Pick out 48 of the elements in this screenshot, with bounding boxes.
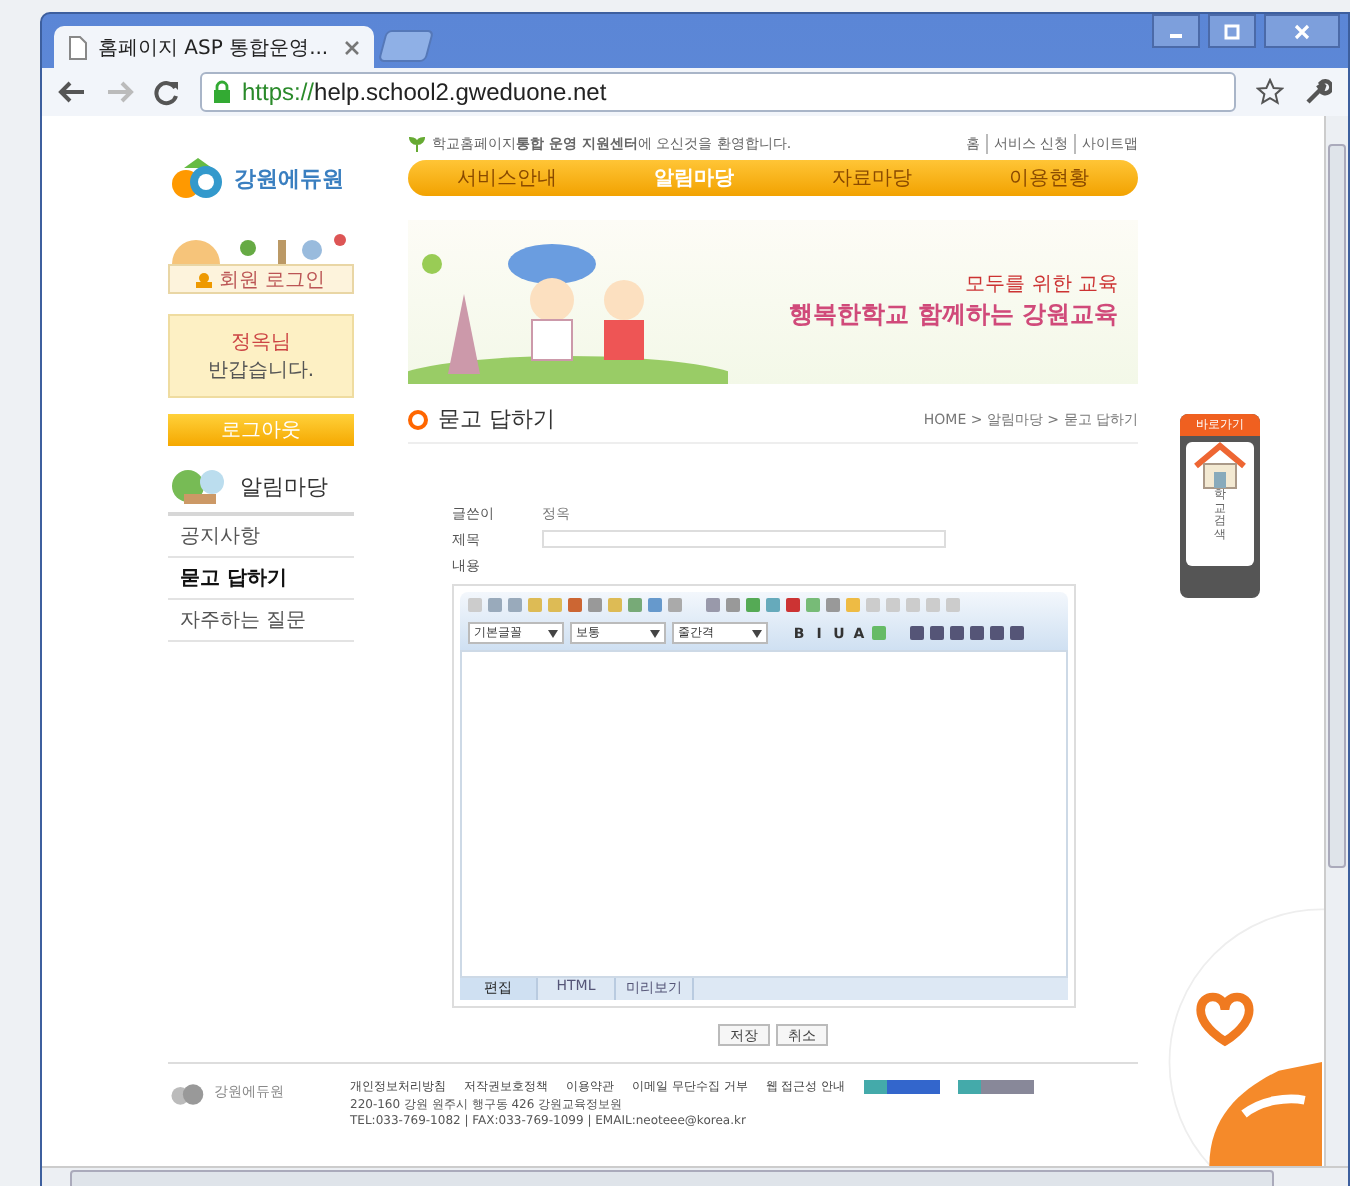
- minimize-button[interactable]: [1152, 14, 1200, 48]
- caret-icon: [752, 629, 762, 637]
- house-icon: [1192, 442, 1248, 490]
- editor-text-area[interactable]: [460, 650, 1068, 978]
- banner-slogan: 행복한학교 함께하는 강원교육: [789, 298, 1118, 332]
- maximize-icon: [1224, 23, 1240, 39]
- cloud-logo-icon: [168, 1078, 208, 1106]
- maximize-button[interactable]: [1208, 14, 1256, 48]
- scroll-thumb[interactable]: [70, 1170, 1274, 1186]
- sidebar-title: 알림마당: [240, 471, 328, 501]
- site-logo[interactable]: 강원에듀원: [168, 152, 354, 204]
- subject-field[interactable]: [542, 530, 946, 548]
- bullet-icon: [408, 409, 428, 429]
- accessibility-badge: [863, 1080, 940, 1094]
- address-bar[interactable]: https://help.school2.gweduone.net: [200, 72, 1236, 112]
- nav-item[interactable]: 서비스안내: [456, 164, 557, 192]
- close-icon[interactable]: [344, 39, 360, 55]
- close-icon: [1294, 23, 1310, 39]
- user-name: 정옥님: [231, 330, 291, 356]
- scroll-thumb[interactable]: [1328, 144, 1346, 868]
- nav-item[interactable]: 자료마당: [831, 164, 912, 192]
- nav-item[interactable]: 이용현황: [1009, 164, 1090, 192]
- accessibility-badge: [957, 1080, 1034, 1094]
- close-button[interactable]: [1264, 14, 1340, 48]
- browser-tab[interactable]: 홈페이지 ASP 통합운영...: [54, 26, 374, 68]
- cloud-logo-icon: [168, 156, 228, 200]
- back-icon[interactable]: [58, 80, 86, 104]
- forward-icon[interactable]: [106, 80, 134, 104]
- page-icon: [68, 35, 88, 59]
- greeting-text: 반갑습니다.: [207, 358, 315, 384]
- horizontal-scrollbar[interactable]: [42, 1166, 1348, 1186]
- new-tab-button[interactable]: [377, 30, 435, 62]
- sidebar-item[interactable]: 자주하는 질문: [168, 600, 354, 642]
- padlock-icon: [212, 80, 232, 104]
- vertical-scrollbar[interactable]: [1324, 116, 1348, 1166]
- star-icon[interactable]: [1256, 78, 1284, 106]
- user-icon: [196, 271, 213, 287]
- page-title: 묻고 답하기: [438, 404, 555, 434]
- wrench-icon[interactable]: [1304, 78, 1332, 106]
- sidebar-item[interactable]: 공지사항: [168, 516, 354, 558]
- tree-icon: [168, 466, 228, 506]
- sidebar-item[interactable]: 묻고 답하기: [168, 558, 354, 600]
- banner-subtitle: 모두를 위한 교육: [965, 272, 1118, 298]
- caret-icon: [650, 629, 660, 637]
- login-header: 회원 로그인: [168, 264, 354, 294]
- sprout-icon: [408, 136, 426, 152]
- reload-icon[interactable]: [154, 79, 180, 105]
- caret-icon: [548, 629, 558, 637]
